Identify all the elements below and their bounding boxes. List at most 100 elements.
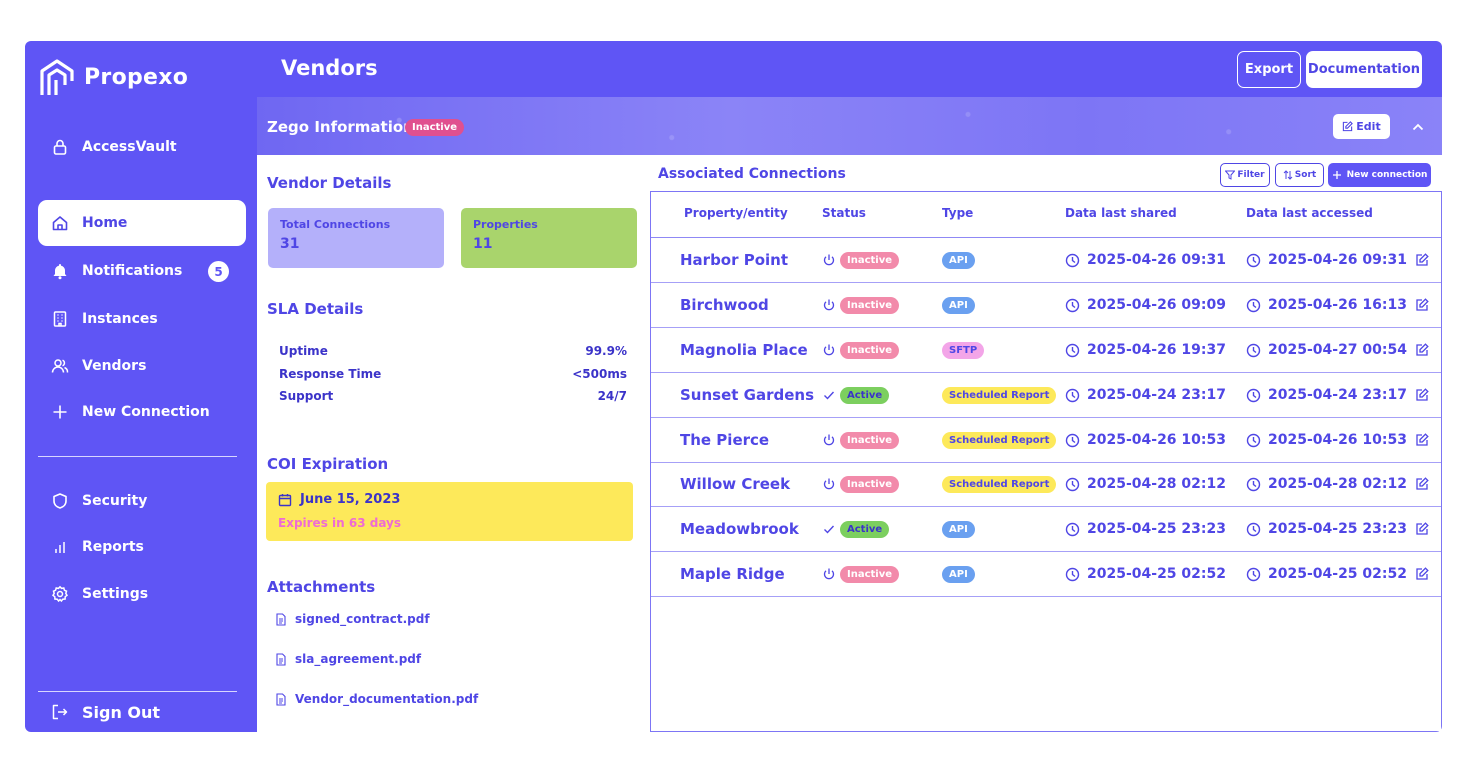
sidebar-item-home[interactable]: Home xyxy=(38,200,246,246)
property-name[interactable]: Maple Ridge xyxy=(680,552,785,596)
coi-date-text: June 15, 2023 xyxy=(300,492,401,507)
new-connection-button[interactable]: New connection xyxy=(1328,163,1431,187)
sla-details-title: SLA Details xyxy=(267,300,364,318)
documentation-button[interactable]: Documentation xyxy=(1306,51,1422,88)
table-row[interactable]: Harbor Point Inactive API 2025-04-26 09:31 2… xyxy=(651,238,1441,283)
data-last-shared-cell: 2025-04-25 02:52 xyxy=(1065,552,1226,596)
sidebar-item-vendors[interactable]: Vendors xyxy=(38,343,246,389)
export-button[interactable]: Export xyxy=(1237,51,1301,88)
coi-expiration-title: COI Expiration xyxy=(267,455,389,473)
status-badge: Active xyxy=(840,386,890,404)
app-window: Propexo AccessVault Home Notifications 5… xyxy=(25,41,1442,732)
table-row[interactable]: Birchwood Inactive API 2025-04-26 09:09 2025… xyxy=(651,283,1441,328)
property-name[interactable]: Sunset Gardens xyxy=(680,373,814,417)
connections-panel: Associated Connections Filter Sort New c… xyxy=(650,155,1442,732)
edit-icon xyxy=(1416,388,1429,401)
sidebar-item-label: Settings xyxy=(82,586,149,602)
filter-button[interactable]: Filter xyxy=(1220,163,1270,187)
edit-row-button[interactable] xyxy=(1415,373,1429,417)
sidebar-item-notifications[interactable]: Notifications 5 xyxy=(38,248,246,294)
sla-value: 99.9% xyxy=(585,344,627,358)
edit-vendor-button[interactable]: Edit xyxy=(1333,114,1390,139)
table-row[interactable]: Sunset Gardens Active Scheduled Report 2025… xyxy=(651,373,1441,418)
column-header[interactable]: Property/entity xyxy=(684,206,788,220)
property-name[interactable]: Magnolia Place xyxy=(680,328,808,372)
property-name[interactable]: Willow Creek xyxy=(680,462,790,506)
gear-icon xyxy=(42,585,78,603)
users-icon xyxy=(42,357,78,375)
check-icon xyxy=(824,525,835,534)
table-row[interactable]: Maple Ridge Inactive API 2025-04-25 02:52 20… xyxy=(651,552,1441,597)
edit-row-button[interactable] xyxy=(1415,328,1429,372)
property-name[interactable]: Harbor Point xyxy=(680,238,788,282)
clock-icon xyxy=(1065,433,1080,447)
attachment-link[interactable]: Vendor_documentation.pdf xyxy=(275,692,478,706)
edit-row-button[interactable] xyxy=(1415,462,1429,506)
property-name[interactable]: Meadowbrook xyxy=(680,507,799,551)
status-badge: Inactive xyxy=(840,431,900,449)
vendor-status-badge: Inactive xyxy=(405,119,465,136)
chevron-up-icon[interactable] xyxy=(1410,119,1426,135)
sidebar-item-new-connection[interactable]: New Connection xyxy=(38,389,246,435)
edit-row-button[interactable] xyxy=(1415,238,1429,282)
attachment-link[interactable]: signed_contract.pdf xyxy=(275,612,430,626)
data-last-shared-cell: 2025-04-26 09:31 xyxy=(1065,238,1226,282)
property-name[interactable]: The Pierce xyxy=(680,418,769,462)
page-title: Vendors xyxy=(281,56,378,80)
table-row[interactable]: The Pierce Inactive Scheduled Report 2025-0… xyxy=(651,418,1441,463)
total-connections-card: Total Connections 31 xyxy=(268,208,444,268)
logo[interactable]: Propexo xyxy=(38,57,188,97)
table-row[interactable]: Magnolia Place Inactive SFTP 2025-04-26 19:… xyxy=(651,328,1441,373)
status-cell: Inactive xyxy=(822,552,900,596)
attachment-link[interactable]: sla_agreement.pdf xyxy=(275,652,421,666)
stat-label: Properties xyxy=(473,218,538,231)
type-cell: Scheduled Report xyxy=(942,373,1057,417)
sidebar-item-label: New Connection xyxy=(82,404,210,420)
status-cell: Active xyxy=(822,507,890,551)
sidebar-item-reports[interactable]: Reports xyxy=(38,524,246,570)
column-header[interactable]: Data last accessed xyxy=(1246,206,1373,220)
attachments-title: Attachments xyxy=(267,578,376,596)
timestamp: 2025-04-26 09:31 xyxy=(1268,252,1407,268)
column-header[interactable]: Data last shared xyxy=(1065,206,1177,220)
sidebar: Propexo AccessVault Home Notifications 5… xyxy=(25,41,257,732)
sign-out-button[interactable]: Sign Out xyxy=(38,689,246,732)
status-cell: Inactive xyxy=(822,462,900,506)
stat-value: 31 xyxy=(280,236,300,252)
sidebar-item-label: Notifications xyxy=(82,263,183,279)
sort-label: Sort xyxy=(1294,170,1317,180)
edit-row-button[interactable] xyxy=(1415,418,1429,462)
edit-row-button[interactable] xyxy=(1415,507,1429,551)
sidebar-item-label: Security xyxy=(82,493,148,509)
table-row[interactable]: Willow Creek Inactive Scheduled Report 2025… xyxy=(651,462,1441,507)
type-badge: API xyxy=(942,296,975,314)
property-name[interactable]: Birchwood xyxy=(680,283,769,327)
edit-row-button[interactable] xyxy=(1415,552,1429,596)
data-last-shared-cell: 2025-04-26 19:37 xyxy=(1065,328,1226,372)
type-badge: API xyxy=(942,251,975,269)
sidebar-item-label: Reports xyxy=(82,539,144,555)
propexo-logo-icon xyxy=(40,59,74,95)
sort-button[interactable]: Sort xyxy=(1275,163,1324,187)
table-row[interactable]: Meadowbrook Active API 2025-04-25 23:23 2025… xyxy=(651,507,1441,552)
status-badge: Inactive xyxy=(840,565,900,583)
timestamp: 2025-04-28 02:12 xyxy=(1268,476,1407,492)
app-name: Propexo xyxy=(84,64,189,90)
power-icon xyxy=(823,254,835,266)
status-badge: Inactive xyxy=(840,296,900,314)
type-badge: API xyxy=(942,565,975,583)
edit-icon xyxy=(1416,298,1429,311)
sidebar-item-settings[interactable]: Settings xyxy=(38,571,246,617)
edit-row-button[interactable] xyxy=(1415,283,1429,327)
building-icon xyxy=(42,310,78,328)
sidebar-item-accessvault[interactable]: AccessVault xyxy=(38,124,246,170)
clock-icon xyxy=(1065,567,1080,581)
type-cell: Scheduled Report xyxy=(942,418,1057,462)
column-header[interactable]: Type xyxy=(942,206,973,220)
edit-icon xyxy=(1343,121,1354,132)
sidebar-item-security[interactable]: Security xyxy=(38,478,246,524)
status-badge: Inactive xyxy=(840,341,900,359)
sidebar-item-instances[interactable]: Instances xyxy=(38,296,246,342)
file-icon xyxy=(276,692,286,706)
column-header[interactable]: Status xyxy=(822,206,866,220)
